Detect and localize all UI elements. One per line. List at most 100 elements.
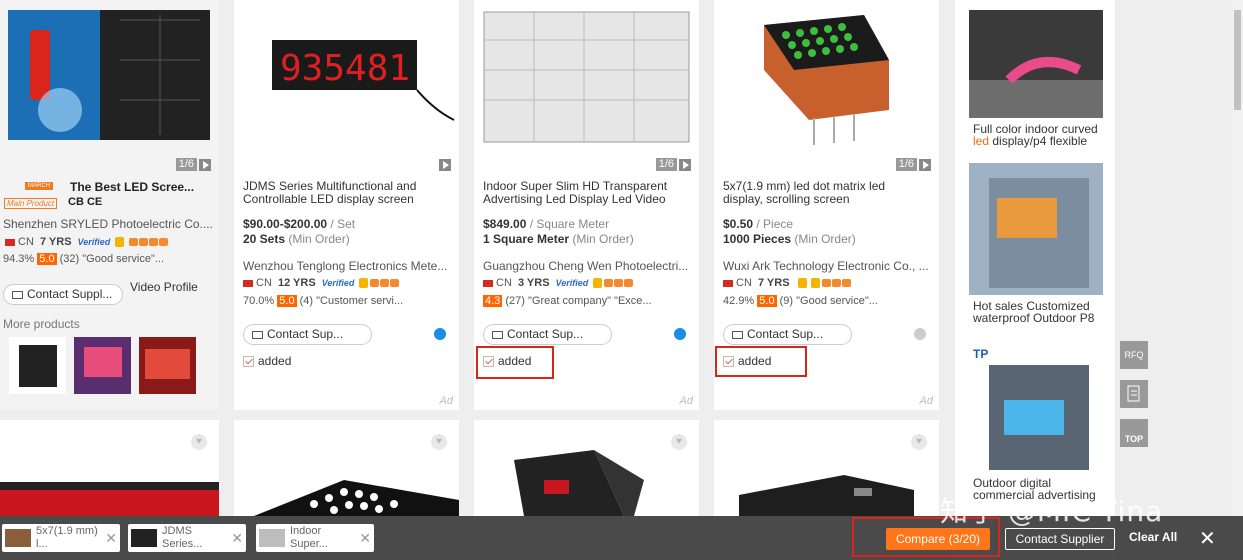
contact-supplier-button[interactable]: Contact Sup... <box>723 324 852 345</box>
product-card[interactable]: 935481 JDMS Series Multifunctional and C… <box>234 0 459 410</box>
video-profile-link[interactable]: Video Profile <box>130 280 198 294</box>
recommended-image[interactable] <box>969 10 1103 118</box>
compare-checkbox[interactable]: added <box>243 354 291 368</box>
supplier-name[interactable]: Wuxi Ark Technology Electronic Co., ... <box>723 259 933 273</box>
featured-product-card[interactable]: 1/6 MARCH The Best LED Scree... Main Pro… <box>0 0 219 410</box>
product-title[interactable]: 5x7(1.9 mm) led dot matrix led display, … <box>723 180 928 206</box>
ad-label: Ad <box>439 395 453 407</box>
cn-flag-icon <box>483 279 493 287</box>
medal-icon <box>115 237 125 248</box>
remove-icon[interactable]: ✕ <box>231 530 243 547</box>
mail-icon <box>12 290 23 299</box>
supplier-name[interactable]: Shenzhen SRYLED Photoelectric Co.... <box>3 217 213 231</box>
heart-rating-icon <box>129 238 139 247</box>
recommended-caption[interactable]: Full color indoor curved led display/p4 … <box>973 123 1103 147</box>
supplier-meta: CN 7 YRS Verified <box>5 236 169 248</box>
chat-icon[interactable] <box>914 328 926 340</box>
recommended-column: Full color indoor curved led display/p4 … <box>955 0 1115 560</box>
favorite-icon[interactable]: ♥ <box>431 434 447 450</box>
cn-flag-icon <box>243 279 253 287</box>
contact-supplier-button[interactable]: Contact Sup... <box>243 324 372 345</box>
chat-icon[interactable] <box>434 328 446 340</box>
product-card[interactable]: ♥ <box>474 420 699 516</box>
recommended-image[interactable] <box>969 163 1103 295</box>
supplier-rating: 94.3% 5.0 (32) "Good service"... <box>3 253 213 265</box>
product-image[interactable] <box>0 0 219 175</box>
compare-item[interactable]: Indoor Super... ✕ <box>256 524 374 552</box>
clear-all-button[interactable]: Clear All <box>1129 530 1177 544</box>
remove-icon[interactable]: ✕ <box>359 530 371 547</box>
svg-text:TP: TP <box>973 347 988 361</box>
product-image[interactable]: 935481 <box>234 0 459 175</box>
response-rate: 94.3% <box>3 253 35 265</box>
certification-marks: CB CE <box>68 196 103 208</box>
play-icon[interactable] <box>199 159 211 171</box>
product-title[interactable]: Indoor Super Slim HD Transparent Adverti… <box>483 180 688 206</box>
image-count: 1/6 <box>655 158 677 171</box>
rfq-button[interactable]: RFQ <box>1120 341 1148 369</box>
main-product-badge: Main Product <box>4 198 58 209</box>
more-product-thumb[interactable] <box>139 337 196 394</box>
scrollbar-thumb[interactable] <box>1234 10 1241 110</box>
supplier-meta: CN 12 YRS Verified <box>243 277 400 289</box>
highlight-box <box>476 346 554 379</box>
favorite-icon[interactable]: ♥ <box>191 434 207 450</box>
contact-supplier-button[interactable]: Contact Suppl... <box>3 284 123 305</box>
min-order: 1000 Pieces (Min Order) <box>723 232 856 246</box>
product-price: $0.50 / Piece <box>723 217 794 231</box>
product-price: $849.00 / Square Meter <box>483 217 610 231</box>
compare-item[interactable]: JDMS Series... ✕ <box>128 524 246 552</box>
supplier-rating: 70.0% 5.0 (4) "Customer servi... <box>243 295 404 307</box>
min-order: 1 Square Meter (Min Order) <box>483 232 634 246</box>
product-title[interactable]: The Best LED Scree... <box>70 180 215 194</box>
verified-badge: Verified <box>77 237 111 247</box>
favorite-icon[interactable]: ♥ <box>911 434 927 450</box>
highlight-box <box>715 346 807 377</box>
compare-item[interactable]: 5x7(1.9 mm) l... ✕ <box>2 524 120 552</box>
compare-item-name: Indoor Super... <box>290 525 328 550</box>
cn-flag-icon <box>5 238 15 246</box>
supplier-name[interactable]: Guangzhou Cheng Wen Photoelectri... <box>483 259 693 273</box>
play-icon[interactable] <box>679 159 691 171</box>
product-image[interactable] <box>474 0 699 175</box>
remove-icon[interactable]: ✕ <box>105 530 117 547</box>
reviews: (32) "Good service"... <box>59 253 165 265</box>
back-to-top-button[interactable]: TOP <box>1120 419 1148 447</box>
close-icon[interactable]: ✕ <box>1199 526 1216 551</box>
supplier-name[interactable]: Wenzhou Tenglong Electronics Mete... <box>243 259 453 273</box>
compare-thumb <box>259 529 285 547</box>
more-product-thumb[interactable] <box>9 337 66 394</box>
recommended-image[interactable]: TP <box>969 340 1103 470</box>
contact-supplier-button[interactable]: Contact Sup... <box>483 324 612 345</box>
favorite-icon[interactable]: ♥ <box>671 434 687 450</box>
feedback-icon[interactable] <box>1120 380 1148 408</box>
chat-icon[interactable] <box>674 328 686 340</box>
min-order: 20 Sets (Min Order) <box>243 232 350 246</box>
led-counter-image: 935481 <box>272 40 455 121</box>
product-image[interactable] <box>714 0 939 175</box>
play-icon[interactable] <box>439 159 451 171</box>
more-product-thumb[interactable] <box>74 337 131 394</box>
cn-flag-icon <box>723 279 733 287</box>
product-title[interactable]: JDMS Series Multifunctional and Controll… <box>243 180 448 206</box>
more-products-label: More products <box>3 317 80 331</box>
product-card[interactable]: ♥ <box>714 420 939 516</box>
contact-supplier-bar-button[interactable]: Contact Supplier <box>1005 528 1115 550</box>
product-card[interactable]: ♥ <box>234 420 459 516</box>
dot-panel-image <box>254 480 459 516</box>
medal-icon <box>797 278 807 289</box>
compare-thumb <box>5 529 31 547</box>
compare-thumb <box>131 529 157 547</box>
svg-text:935481: 935481 <box>280 48 410 89</box>
watermark: 知乎 @MIC-Tina <box>940 495 1164 528</box>
compare-item-name: JDMS Series... <box>162 525 203 550</box>
compare-button[interactable]: Compare (3/20) <box>886 528 990 550</box>
play-icon[interactable] <box>919 159 931 171</box>
mail-icon <box>732 330 743 339</box>
recommended-caption[interactable]: Hot sales Customized waterproof Outdoor … <box>973 300 1103 324</box>
led-cabinet-back-image <box>514 450 644 516</box>
mail-icon <box>492 330 503 339</box>
ad-label: Ad <box>919 395 933 407</box>
led-module-image <box>739 475 914 516</box>
product-card[interactable]: ♥ <box>0 420 219 516</box>
